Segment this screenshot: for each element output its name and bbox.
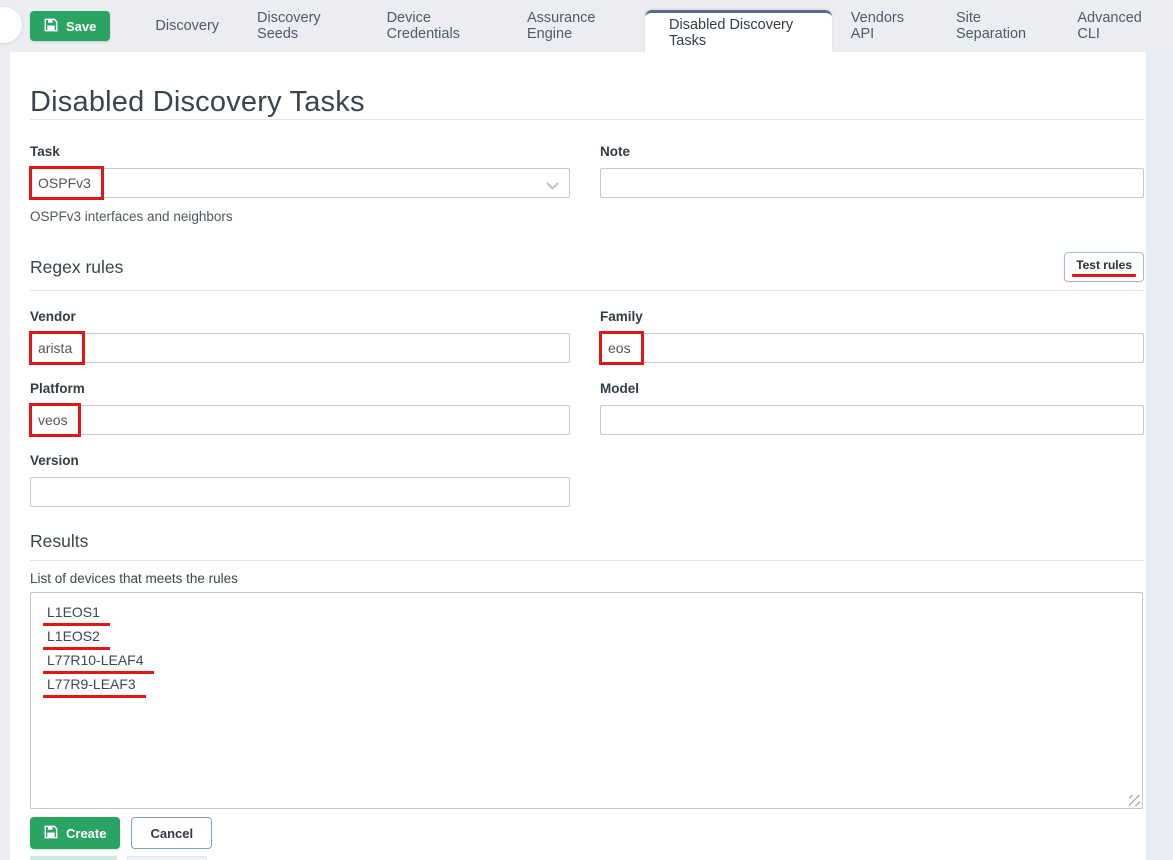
clipped-cancel-button-remnant bbox=[127, 856, 207, 860]
platform-value: veos bbox=[38, 412, 68, 428]
task-note-row: Task OSPFv3 OSPFv3 interfaces and neighb… bbox=[30, 144, 1144, 224]
floppy-disk-icon bbox=[44, 825, 58, 842]
model-field-group: Model bbox=[600, 381, 1144, 435]
platform-input[interactable]: veos bbox=[30, 405, 570, 435]
form-actions: Create Cancel bbox=[30, 817, 1144, 849]
device-list-item: L1EOS1 bbox=[41, 602, 1132, 626]
platform-field-group: Platform veos bbox=[30, 381, 570, 435]
family-value: eos bbox=[608, 340, 631, 356]
vendor-value: arista bbox=[38, 340, 72, 356]
textarea-resize-handle[interactable] bbox=[1129, 795, 1140, 806]
version-row: Version bbox=[30, 453, 1144, 507]
vendor-family-row: Vendor arista Family eos bbox=[30, 309, 1144, 363]
sidebar-collapse-notch[interactable] bbox=[0, 7, 22, 43]
task-field-group: Task OSPFv3 OSPFv3 interfaces and neighb… bbox=[30, 144, 570, 224]
chevron-down-icon[interactable] bbox=[546, 177, 559, 190]
tab-disabled-discovery-tasks[interactable]: Disabled Discovery Tasks bbox=[645, 10, 832, 52]
left-margin-strip bbox=[0, 52, 10, 860]
save-button-label: Save bbox=[66, 19, 96, 34]
tab-vendors-api[interactable]: Vendors API bbox=[832, 0, 937, 52]
floppy-disk-icon bbox=[44, 18, 58, 35]
content-panel: Disabled Discovery Tasks Task OSPFv3 OSP… bbox=[10, 52, 1146, 860]
version-input[interactable] bbox=[30, 477, 570, 507]
version-label: Version bbox=[30, 453, 570, 468]
family-input[interactable]: eos bbox=[600, 333, 1144, 363]
cancel-button[interactable]: Cancel bbox=[131, 817, 212, 849]
cancel-button-label: Cancel bbox=[150, 826, 193, 841]
right-margin-strip bbox=[1146, 52, 1173, 860]
vendor-annotation-box: arista bbox=[29, 331, 85, 365]
create-button[interactable]: Create bbox=[30, 817, 120, 849]
results-divider bbox=[30, 560, 1144, 561]
task-label: Task bbox=[30, 144, 570, 159]
device-list-item: L77R9-LEAF3 bbox=[41, 674, 1132, 698]
model-label: Model bbox=[600, 381, 1144, 396]
model-input[interactable] bbox=[600, 405, 1144, 435]
tab-discovery[interactable]: Discovery bbox=[136, 0, 238, 52]
platform-model-row: Platform veos Model bbox=[30, 381, 1144, 435]
save-button[interactable]: Save bbox=[30, 11, 110, 41]
family-annotation-box: eos bbox=[599, 331, 644, 365]
title-divider bbox=[30, 119, 1144, 120]
platform-label: Platform bbox=[30, 381, 570, 396]
note-input[interactable] bbox=[600, 168, 1144, 198]
regex-rules-header: Regex rules Test rules bbox=[30, 252, 1144, 282]
page-title: Disabled Discovery Tasks bbox=[30, 52, 1144, 119]
task-select[interactable]: OSPFv3 bbox=[30, 168, 570, 198]
task-value: OSPFv3 bbox=[38, 175, 91, 191]
task-annotation-box: OSPFv3 bbox=[29, 166, 104, 200]
note-field-group: Note bbox=[600, 144, 1144, 224]
task-help-text: OSPFv3 interfaces and neighbors bbox=[30, 209, 570, 224]
device-list-item: L1EOS2 bbox=[41, 626, 1132, 650]
vendor-label: Vendor bbox=[30, 309, 570, 324]
top-tab-bar: Save Discovery Discovery Seeds Device Cr… bbox=[0, 0, 1173, 52]
regex-rules-divider bbox=[30, 290, 1144, 291]
tab-device-credentials[interactable]: Device Credentials bbox=[368, 0, 508, 52]
tab-discovery-seeds[interactable]: Discovery Seeds bbox=[238, 0, 368, 52]
create-button-label: Create bbox=[66, 826, 106, 841]
test-rules-button[interactable]: Test rules bbox=[1064, 252, 1144, 282]
test-rules-label: Test rules bbox=[1076, 258, 1132, 272]
device-list-label: List of devices that meets the rules bbox=[30, 571, 1144, 586]
version-field-group: Version bbox=[30, 453, 570, 507]
clipped-create-button-remnant bbox=[30, 856, 117, 860]
family-label: Family bbox=[600, 309, 1144, 324]
results-title: Results bbox=[30, 531, 1144, 552]
platform-annotation-box: veos bbox=[29, 403, 81, 437]
tab-advanced-cli[interactable]: Advanced CLI bbox=[1058, 0, 1173, 52]
tab-assurance-engine[interactable]: Assurance Engine bbox=[508, 0, 645, 52]
regex-rules-title: Regex rules bbox=[30, 257, 123, 278]
test-rules-red-underline-annotation bbox=[1072, 274, 1136, 277]
tab-site-separation[interactable]: Site Separation bbox=[937, 0, 1058, 52]
note-label: Note bbox=[600, 144, 1144, 159]
vendor-field-group: Vendor arista bbox=[30, 309, 570, 363]
device-results-textarea[interactable]: L1EOS1 L1EOS2 L77R10-LEAF4 L77R9-LEAF3 bbox=[30, 592, 1143, 809]
vendor-input[interactable]: arista bbox=[30, 333, 570, 363]
family-field-group: Family eos bbox=[600, 309, 1144, 363]
device-list-item: L77R10-LEAF4 bbox=[41, 650, 1132, 674]
